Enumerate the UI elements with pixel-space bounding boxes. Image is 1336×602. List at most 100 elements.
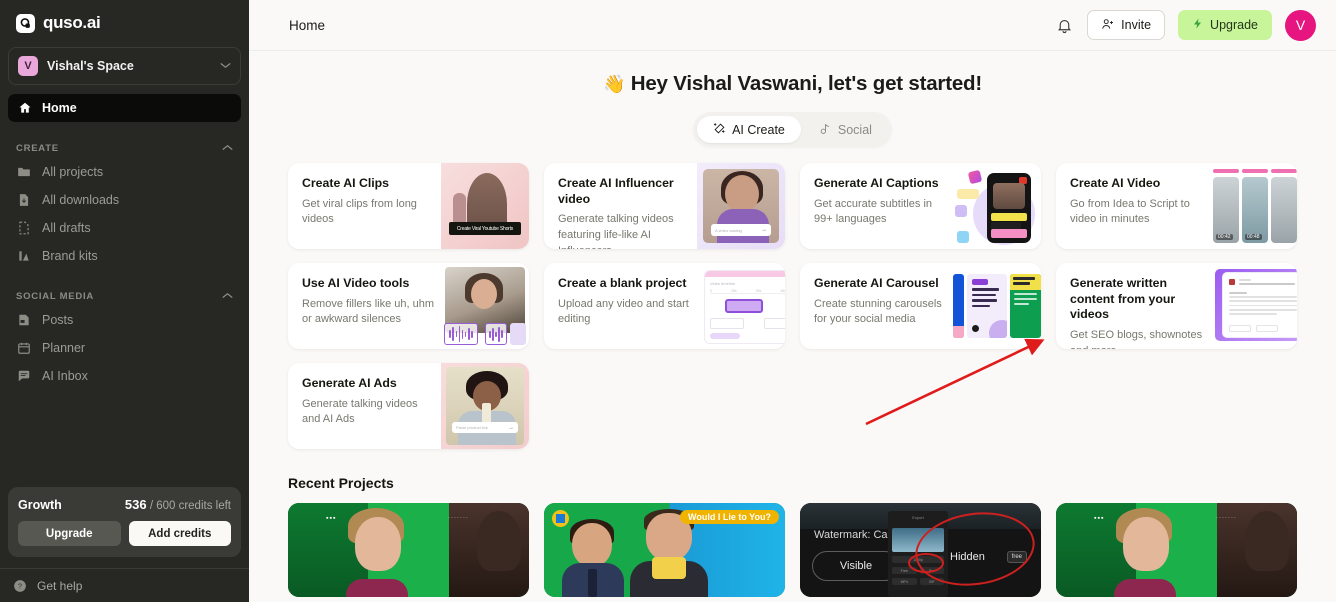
card-title: Use AI Video tools (302, 276, 410, 290)
channel-logo-icon (552, 510, 569, 527)
add-credits-button[interactable]: Add credits (128, 521, 231, 546)
quso-logo-icon (16, 13, 35, 33)
get-help-label: Get help (37, 578, 83, 593)
tabs-container: AI Create Social (288, 112, 1297, 147)
sidebar-section-social-header[interactable]: SOCIAL MEDIA (0, 286, 249, 306)
card-text: Create AI Video Go from Idea to Script t… (1056, 163, 1206, 249)
card-generate-ai-captions[interactable]: Generate AI Captions Get accurate subtit… (800, 163, 1041, 249)
card-row-1: Create AI Clips Get viral clips from lon… (288, 163, 1297, 249)
sidebar-item-all-drafts[interactable]: All drafts (0, 214, 249, 242)
card-title: Create AI Influencer video (558, 176, 674, 206)
card-thumbnail: Create Viral Youtube Shorts (441, 163, 529, 249)
invite-person-icon (1101, 17, 1115, 34)
credits-actions: Upgrade Add credits (18, 521, 231, 546)
card-desc: Get accurate subtitles in 99+ languages (814, 197, 933, 226)
recent-project-3[interactable]: Watermark: CapCut Visible Hidden free Ex… (800, 503, 1041, 597)
brand-logo[interactable]: quso.ai (0, 0, 249, 44)
tab-social-label: Social (837, 122, 872, 137)
annotation-ellipse-small (908, 553, 944, 573)
sidebar-section-create-title: CREATE (16, 142, 59, 154)
sidebar-item-all-drafts-label: All drafts (42, 221, 91, 235)
card-text: Use AI Video tools Remove fillers like u… (288, 263, 438, 349)
home-icon (17, 101, 32, 116)
card-create-blank-project[interactable]: Create a blank project Upload any video … (544, 263, 785, 349)
card-title: Create a blank project (558, 276, 687, 290)
card-generate-written-content[interactable]: Generate written content from your video… (1056, 263, 1297, 349)
sparkle-wand-icon (713, 122, 726, 138)
card-thumbnail: A video casting → (697, 163, 785, 249)
sidebar-item-planner-label: Planner (42, 341, 86, 355)
sidebar-item-posts[interactable]: Posts (0, 306, 249, 334)
card-create-ai-video[interactable]: Create AI Video Go from Idea to Script t… (1056, 163, 1297, 249)
tab-social[interactable]: Social (803, 116, 888, 143)
card-title: Create AI Video (1070, 176, 1161, 190)
sidebar-item-ai-inbox[interactable]: AI Inbox (0, 362, 249, 390)
sidebar-item-all-downloads[interactable]: All downloads (0, 186, 249, 214)
card-row-2: Use AI Video tools Remove fillers like u… (288, 263, 1297, 349)
plan-name: Growth (18, 498, 62, 512)
download-file-icon (16, 193, 31, 208)
svg-text:?: ? (18, 583, 22, 590)
project-title-badge: Would I Lie to You? (680, 510, 779, 524)
card-desc: Go from Idea to Script to video in minut… (1070, 197, 1190, 226)
topbar-upgrade-button[interactable]: Upgrade (1178, 10, 1272, 40)
card-use-ai-video-tools[interactable]: Use AI Video tools Remove fillers like u… (288, 263, 529, 349)
recent-projects-row: ▪▪▪ ······· Would I Lie to You? Watermar… (288, 503, 1297, 597)
credits-used: 536 (124, 497, 147, 512)
brand-name: quso.ai (43, 13, 101, 32)
card-text: Create a blank project Upload any video … (544, 263, 694, 349)
tab-ai-create[interactable]: AI Create (697, 116, 801, 143)
chevron-up-icon[interactable] (222, 291, 233, 302)
thumb-caption-text: Create Viral Youtube Shorts (456, 225, 514, 232)
card-text: Generate AI Captions Get accurate subtit… (800, 163, 950, 249)
chevron-up-icon[interactable] (222, 143, 233, 154)
card-create-ai-clips[interactable]: Create AI Clips Get viral clips from lon… (288, 163, 529, 249)
workspace-name: Vishal's Space (47, 59, 134, 73)
card-thumbnail (953, 163, 1041, 249)
card-thumbnail: 00:42 00:48 (1209, 163, 1297, 249)
card-generate-ai-carousel[interactable]: Generate AI Carousel Create stunning car… (800, 263, 1041, 349)
card-text: Generate AI Carousel Create stunning car… (800, 263, 950, 349)
card-desc: Upload any video and start editing (558, 297, 689, 326)
avatar[interactable]: V (1285, 9, 1316, 41)
sidebar-item-planner[interactable]: Planner (0, 334, 249, 362)
main-area: Home Invite Upgrade V 👋 Hey Vishal Vaswa… (249, 0, 1336, 602)
bell-icon[interactable] (1054, 15, 1074, 35)
card-title: Generate AI Captions (814, 176, 939, 190)
get-help-button[interactable]: ? Get help (0, 568, 249, 602)
posts-icon (16, 313, 31, 328)
invite-label: Invite (1121, 18, 1152, 32)
sidebar-item-brand-kits[interactable]: Brand kits (0, 242, 249, 270)
recent-project-1[interactable]: ▪▪▪ ······· (288, 503, 529, 597)
workspace-switcher[interactable]: V Vishal's Space (8, 47, 241, 85)
recent-project-2[interactable]: Would I Lie to You? (544, 503, 785, 597)
credits-remaining: 536 / 600 credits left (125, 497, 231, 512)
card-desc: Generate talking videos and AI Ads (302, 397, 418, 426)
card-thumbnail: Paste product link → (441, 363, 529, 449)
card-title: Generate AI Carousel (814, 276, 939, 290)
sidebar-section-create-header[interactable]: CREATE (0, 138, 249, 158)
recent-project-4[interactable]: ▪▪▪ ······· (1056, 503, 1297, 597)
card-thumbnail: Video timeline 015s30s45s (697, 263, 785, 349)
sidebar-item-home-label: Home (42, 101, 77, 115)
project-overlay-dots: ▪▪▪ (1094, 515, 1105, 522)
thumb-bar-text: A video casting (715, 227, 742, 233)
app-root: quso.ai V Vishal's Space Home CREATE All… (0, 0, 1336, 602)
workspace-avatar: V (18, 56, 38, 76)
visible-option: Visible (812, 551, 900, 581)
card-text: Generate AI Ads Generate talking videos … (288, 363, 438, 449)
tiktok-note-icon (819, 122, 832, 138)
card-text: Generate written content from your video… (1056, 263, 1206, 349)
sidebar-item-all-projects[interactable]: All projects (0, 158, 249, 186)
sidebar-section-social-title: SOCIAL MEDIA (16, 290, 94, 302)
card-generate-ai-ads[interactable]: Generate AI Ads Generate talking videos … (288, 363, 529, 449)
card-desc: Get viral clips from long videos (302, 197, 417, 226)
card-desc: Create stunning carousels for your socia… (814, 297, 942, 326)
sidebar-item-all-downloads-label: All downloads (42, 193, 120, 207)
card-title: Generate written content from your video… (1070, 276, 1176, 322)
sidebar-item-home[interactable]: Home (8, 94, 241, 122)
invite-button[interactable]: Invite (1087, 10, 1166, 40)
sidebar-upgrade-button[interactable]: Upgrade (18, 521, 121, 546)
card-create-ai-influencer-video[interactable]: Create AI Influencer video Generate talk… (544, 163, 785, 249)
